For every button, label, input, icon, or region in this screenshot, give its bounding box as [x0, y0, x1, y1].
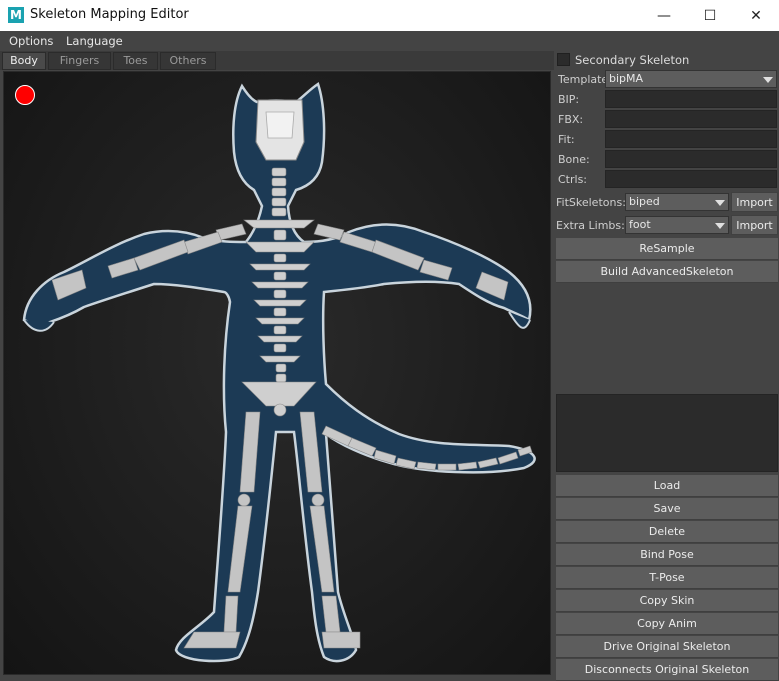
ctrls-row: Ctrls:	[555, 169, 779, 189]
tab-fingers[interactable]: Fingers	[48, 52, 111, 70]
maya-app-icon: M	[8, 7, 24, 23]
tab-body[interactable]: Body	[2, 52, 46, 70]
bone-label: Bone:	[558, 153, 590, 166]
copy-anim-button[interactable]: Copy Anim	[556, 613, 778, 635]
close-icon: ✕	[750, 7, 762, 24]
load-button[interactable]: Load	[556, 475, 778, 497]
fit-field[interactable]	[605, 130, 777, 148]
extra-limbs-value: foot	[629, 218, 651, 231]
t-pose-button[interactable]: T-Pose	[556, 567, 778, 589]
secondary-skeleton-row: Secondary Skeleton	[555, 51, 779, 69]
template-row: Template bipMA	[555, 69, 779, 89]
maximize-button[interactable]: ☐	[687, 0, 733, 31]
ctrls-field[interactable]	[605, 170, 777, 188]
bip-label: BIP:	[558, 93, 580, 106]
minimize-button[interactable]: —	[641, 0, 687, 31]
fit-skeletons-value: biped	[629, 195, 660, 208]
template-select[interactable]: bipMA	[605, 70, 777, 88]
bone-field[interactable]	[605, 150, 777, 168]
fit-label: Fit:	[558, 133, 575, 146]
fbx-label: FBX:	[558, 113, 584, 126]
menu-language[interactable]: Language	[66, 34, 123, 48]
chevron-down-icon	[715, 223, 725, 229]
template-value: bipMA	[609, 72, 644, 85]
skeleton-viewport[interactable]	[3, 71, 551, 675]
bip-row: BIP:	[555, 89, 779, 109]
extra-limbs-label: Extra Limbs:	[556, 219, 625, 232]
minimize-icon: —	[657, 7, 671, 24]
bone-row: Bone:	[555, 149, 779, 169]
template-label: Template	[558, 73, 609, 86]
head-bone	[255, 99, 305, 161]
drive-original-skeleton-button[interactable]: Drive Original Skeleton	[556, 636, 778, 658]
window-title: Skeleton Mapping Editor	[30, 7, 189, 22]
ctrls-label: Ctrls:	[558, 173, 588, 186]
secondary-skeleton-checkbox[interactable]	[557, 53, 570, 66]
menu-bar: Options Language	[0, 31, 779, 51]
build-advancedskeleton-button[interactable]: Build AdvancedSkeleton	[556, 261, 778, 283]
save-button[interactable]: Save	[556, 498, 778, 520]
fit-skeletons-import-button[interactable]: Import	[731, 192, 778, 212]
tab-toes[interactable]: Toes	[113, 52, 158, 70]
chevron-down-icon	[715, 200, 725, 206]
tab-bar: Body Fingers Toes Others	[0, 51, 554, 70]
delete-button[interactable]: Delete	[556, 521, 778, 543]
bip-field[interactable]	[605, 90, 777, 108]
fit-skeletons-row: FitSkeletons: biped Import	[555, 192, 779, 212]
fit-row: Fit:	[555, 129, 779, 149]
tab-others[interactable]: Others	[160, 52, 216, 70]
chevron-down-icon	[763, 77, 773, 83]
fbx-row: FBX:	[555, 109, 779, 129]
fit-skeletons-label: FitSkeletons:	[556, 196, 626, 209]
copy-skin-button[interactable]: Copy Skin	[556, 590, 778, 612]
disconnect-original-skeleton-button[interactable]: Disconnects Original Skeleton	[556, 659, 778, 681]
extra-limbs-import-button[interactable]: Import	[731, 215, 778, 235]
mapping-panel: Secondary Skeleton Template bipMA BIP: F…	[555, 51, 779, 681]
extra-limbs-row: Extra Limbs: foot Import	[555, 215, 779, 235]
menu-options[interactable]: Options	[9, 34, 53, 48]
title-bar: M Skeleton Mapping Editor — ☐ ✕	[0, 0, 779, 31]
bind-pose-button[interactable]: Bind Pose	[556, 544, 778, 566]
secondary-skeleton-label: Secondary Skeleton	[575, 53, 690, 67]
fbx-field[interactable]	[605, 110, 777, 128]
info-box	[556, 394, 778, 472]
skeleton-figure	[22, 82, 536, 663]
resample-button[interactable]: ReSample	[556, 238, 778, 260]
fit-skeletons-select[interactable]: biped	[625, 193, 729, 211]
extra-limbs-select[interactable]: foot	[625, 216, 729, 234]
close-button[interactable]: ✕	[733, 0, 779, 31]
maximize-icon: ☐	[703, 7, 717, 24]
